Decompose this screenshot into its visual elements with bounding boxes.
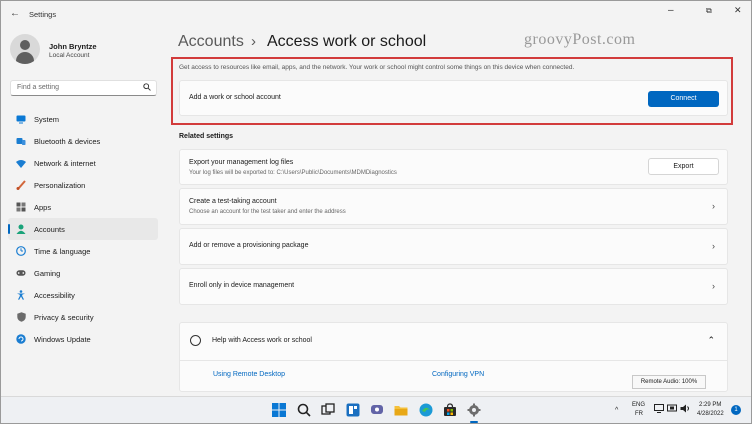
enroll-title: Enroll only in device management [189, 282, 295, 289]
test-account-card[interactable]: Create a test-taking account Choose an a… [179, 188, 728, 225]
back-arrow-icon[interactable]: ← [10, 8, 20, 19]
sidebar-item-label: Personalization [34, 180, 86, 190]
chat-icon[interactable] [370, 403, 384, 417]
page-title: Access work or school [267, 33, 427, 50]
file-explorer-icon[interactable] [394, 403, 408, 417]
help-header[interactable]: Help with Access work or school ⌃ [180, 323, 727, 361]
language-bottom[interactable]: FR [635, 411, 643, 417]
test-account-title: Create a test-taking account [189, 198, 277, 205]
title-bar: ← Settings – ⧉ ✕ [0, 0, 752, 28]
related-settings-heading: Related settings [179, 133, 234, 140]
provisioning-title: Add or remove a provisioning package [189, 242, 309, 249]
update-icon [16, 334, 26, 344]
active-app-indicator [470, 421, 478, 423]
network-tray-icon[interactable] [667, 404, 677, 415]
chevron-right-icon: › [712, 281, 715, 291]
sidebar-item-label: Network & internet [34, 158, 96, 168]
enroll-card[interactable]: Enroll only in device management › [179, 268, 728, 305]
sidebar-item-bluetooth[interactable]: Bluetooth & devices [8, 130, 158, 152]
account-type: Local Account [49, 52, 90, 59]
breadcrumb-separator: › [251, 33, 256, 50]
sidebar-item-label: System [34, 114, 60, 124]
breadcrumb-parent[interactable]: Accounts [178, 33, 244, 51]
windows-start-icon[interactable] [272, 403, 286, 417]
settings-gear-icon[interactable] [467, 403, 481, 417]
search-placeholder: Find a setting [17, 84, 60, 91]
sidebar-item-label: Apps [34, 202, 52, 212]
selection-indicator [8, 224, 10, 234]
sidebar-item-label: Bluetooth & devices [34, 136, 101, 146]
chevron-right-icon: › [712, 201, 715, 211]
edge-icon[interactable] [419, 403, 433, 417]
sidebar-item-label: Privacy & security [34, 312, 94, 322]
add-account-card: Add a work or school account Connect [179, 80, 728, 116]
test-account-subtitle: Choose an account for the test taker and… [189, 209, 346, 215]
taskbar: ^ ENG FR 2:29 PM 4/28/2022 1 [1, 396, 751, 423]
maximize-button[interactable]: ⧉ [706, 6, 712, 16]
chevron-up-icon: ⌃ [707, 335, 715, 345]
sidebar-item-network[interactable]: Network & internet [8, 152, 158, 174]
apps-icon [16, 202, 26, 212]
task-view-icon[interactable] [321, 403, 335, 417]
add-account-label: Add a work or school account [189, 94, 281, 101]
widgets-icon[interactable] [346, 403, 360, 417]
sidebar-item-label: Windows Update [34, 334, 91, 344]
search-icon[interactable] [297, 403, 311, 417]
person-icon [16, 224, 26, 234]
user-name: John Bryntze [49, 42, 97, 51]
export-logs-card: Export your management log files Your lo… [179, 149, 728, 185]
clock-time[interactable]: 2:29 PM [699, 402, 721, 408]
intro-text: Get access to resources like email, apps… [179, 64, 575, 71]
export-logs-title: Export your management log files [189, 159, 294, 166]
sidebar-item-accessibility[interactable]: Accessibility [8, 284, 158, 306]
sidebar-item-personalization[interactable]: Personalization [8, 174, 158, 196]
monitor-icon [16, 114, 26, 124]
close-button[interactable]: ✕ [734, 5, 742, 16]
gamepad-icon [16, 268, 26, 278]
minimize-button[interactable]: – [668, 5, 674, 16]
export-button[interactable]: Export [648, 158, 719, 175]
sidebar-item-label: Time & language [34, 246, 91, 256]
export-logs-subtitle: Your log files will be exported to: C:\U… [189, 170, 397, 176]
monitor-tray-icon[interactable] [654, 404, 664, 415]
shield-icon [16, 312, 26, 322]
volume-tray-icon[interactable] [680, 404, 690, 415]
language-top[interactable]: ENG [632, 402, 645, 408]
sidebar-item-privacy[interactable]: Privacy & security [8, 306, 158, 328]
accessibility-icon [16, 290, 26, 300]
globe-icon [190, 335, 201, 346]
sidebar-item-windows-update[interactable]: Windows Update [8, 328, 158, 350]
sidebar-item-apps[interactable]: Apps [8, 196, 158, 218]
avatar [10, 34, 40, 64]
connect-button[interactable]: Connect [648, 91, 719, 107]
app-title: Settings [29, 10, 57, 19]
store-icon[interactable] [443, 403, 457, 417]
watermark: groovyPost.com [524, 31, 636, 48]
tooltip: Remote Audio: 100% [632, 375, 706, 389]
sidebar-item-time-language[interactable]: Time & language [8, 240, 158, 262]
sidebar-nav: System Bluetooth & devices Network & int… [8, 108, 158, 350]
provisioning-card[interactable]: Add or remove a provisioning package › [179, 228, 728, 265]
sidebar-item-gaming[interactable]: Gaming [8, 262, 158, 284]
sidebar-item-system[interactable]: System [8, 108, 158, 130]
sidebar-item-label: Accounts [34, 224, 65, 234]
chevron-right-icon: › [712, 241, 715, 251]
globe-clock-icon [16, 246, 26, 256]
brush-icon [16, 180, 26, 190]
chevron-up-tray-icon[interactable]: ^ [615, 407, 618, 414]
search-icon [143, 83, 151, 93]
sidebar-item-accounts[interactable]: Accounts [8, 218, 158, 240]
sidebar-item-label: Gaming [34, 268, 61, 278]
wifi-icon [16, 158, 26, 168]
notification-badge[interactable]: 1 [731, 405, 741, 415]
help-title: Help with Access work or school [212, 337, 312, 344]
link-configuring-vpn[interactable]: Configuring VPN [432, 371, 484, 378]
link-remote-desktop[interactable]: Using Remote Desktop [213, 371, 285, 378]
search-input[interactable]: Find a setting [10, 80, 157, 96]
sidebar-item-label: Accessibility [34, 290, 75, 300]
clock-date[interactable]: 4/28/2022 [697, 411, 724, 417]
bluetooth-icon [16, 136, 26, 146]
